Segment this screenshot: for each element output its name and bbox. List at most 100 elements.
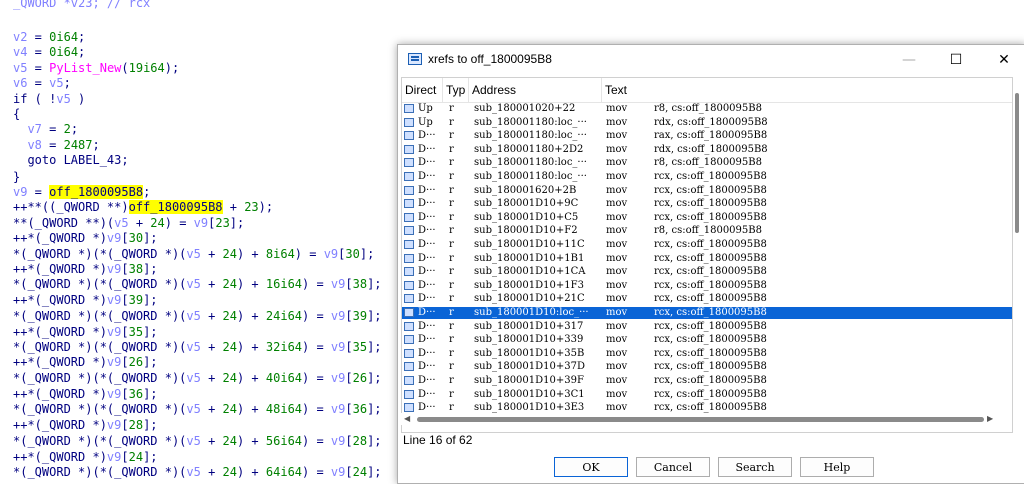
- row-mnemonic: mov: [606, 198, 628, 210]
- row-mnemonic: mov: [606, 320, 628, 332]
- row-direction: D···: [418, 225, 436, 237]
- code-token: [: [121, 450, 129, 464]
- xref-row[interactable]: D··· r sub_180001D10+F2 mov r8, cs:off_18000…: [402, 225, 1012, 237]
- code-line: _QWORD *v23; // rcx: [13, 0, 151, 10]
- xref-row[interactable]: D··· r sub_180001D10+35B mov rcx, cs:off_180…: [402, 348, 1012, 360]
- horizontal-scroll-thumb[interactable]: [417, 417, 984, 422]
- horizontal-scrollbar[interactable]: ◀ ▶: [401, 413, 997, 425]
- xref-row[interactable]: D··· r sub_180001D10+1F3 mov rcx, cs:off_180…: [402, 280, 1012, 292]
- code-line: *(_QWORD *)(*(_QWORD *)(v5 + 24) + 56i64…: [13, 434, 382, 449]
- xref-icon: [404, 389, 414, 399]
- xref-row[interactable]: Up r sub_180001020+22 mov r8, cs:off_1800095…: [402, 103, 1012, 115]
- code-token: *(_QWORD *)(*(_QWORD *)(: [13, 247, 187, 261]
- code-token: [: [345, 340, 353, 354]
- code-line: ++*(_QWORD *)v9[24];: [13, 450, 158, 465]
- highlighted-symbol[interactable]: off_1800095B8: [128, 200, 223, 214]
- code-token: 2487: [63, 138, 93, 152]
- row-address: sub_180001D10+35B: [474, 347, 585, 359]
- row-type: r: [449, 103, 454, 114]
- code-token: 16i64: [265, 277, 303, 291]
- xref-row[interactable]: D··· r sub_180001D10+39F mov rcx, cs:off_180…: [402, 375, 1012, 387]
- xrefs-list[interactable]: Direct Typ Address Text Up r sub_180001020…: [401, 77, 1013, 433]
- code-token: *(_QWORD *)(*(_QWORD *)(: [13, 277, 187, 291]
- row-type: r: [449, 252, 454, 264]
- app-icon: [408, 53, 422, 65]
- code-token: v5: [114, 216, 129, 230]
- row-operands: rdx, cs:off_1800095B8: [654, 143, 768, 155]
- dialog-titlebar[interactable]: xrefs to off_1800095B8 — ☐ ✕: [398, 45, 1024, 75]
- code-line: v6 = v5;: [13, 76, 71, 91]
- help-button[interactable]: Help: [800, 457, 874, 477]
- xref-row[interactable]: D··· r sub_180001180:loc_··· mov r8, cs:off_…: [402, 157, 1012, 169]
- close-icon[interactable]: ✕: [981, 45, 1024, 75]
- code-line: ++*(_QWORD *)v9[39];: [13, 293, 158, 308]
- code-token: ) =: [302, 402, 331, 416]
- code-token: ];: [367, 371, 382, 385]
- code-token: [: [121, 355, 129, 369]
- minimize-icon[interactable]: —: [886, 45, 932, 75]
- code-token: [: [345, 465, 353, 479]
- code-token: ) =: [164, 216, 194, 230]
- highlighted-symbol[interactable]: off_1800095B8: [49, 185, 144, 199]
- row-operands: rcx, cs:off_1800095B8: [654, 307, 767, 318]
- code-token: ++*(_QWORD *): [13, 231, 107, 245]
- code-token: ) +: [236, 434, 266, 448]
- code-token: 24: [352, 465, 368, 479]
- xref-row[interactable]: D··· r sub_180001D10+339 mov rcx, cs:off_180…: [402, 334, 1012, 346]
- xref-icon: [404, 267, 414, 277]
- xref-row[interactable]: D··· r sub_180001180+2D2 mov rdx, cs:off_180…: [402, 144, 1012, 156]
- xref-row[interactable]: D··· r sub_180001D10+C5 mov rcx, cs:off_1800…: [402, 212, 1012, 224]
- row-mnemonic: mov: [606, 347, 628, 359]
- column-header-text[interactable]: Text: [602, 78, 1012, 102]
- code-token: [: [345, 309, 353, 323]
- code-token: ++*(_QWORD *): [13, 387, 107, 401]
- code-token: ;: [70, 122, 79, 136]
- row-operands: rcx, cs:off_1800095B8: [654, 361, 767, 373]
- xref-row[interactable]: D··· r sub_180001180:loc_··· mov rax, cs:off…: [402, 130, 1012, 142]
- ok-button[interactable]: OK: [554, 457, 628, 477]
- xref-row[interactable]: D··· r sub_180001D10+11C mov rcx, cs:off_180…: [402, 239, 1012, 251]
- xref-row[interactable]: D··· r sub_180001D10+3C1 mov rcx, cs:off_180…: [402, 389, 1012, 401]
- xref-row[interactable]: D··· r sub_180001D10:loc_··· mov rcx, cs:off…: [402, 307, 1012, 319]
- vertical-scroll-thumb[interactable]: [1015, 93, 1019, 233]
- xref-row[interactable]: D··· r sub_180001D10+9C mov rcx, cs:off_1800…: [402, 198, 1012, 210]
- xref-row[interactable]: D··· r sub_180001D10+37D mov rcx, cs:off_180…: [402, 361, 1012, 373]
- xref-row[interactable]: D··· r sub_180001D10+1CA mov rcx, cs:off_180…: [402, 266, 1012, 278]
- row-type: r: [449, 239, 454, 250]
- xref-row[interactable]: D··· r sub_180001620+2B mov rcx, cs:off_1800…: [402, 185, 1012, 197]
- xref-icon: [404, 362, 414, 372]
- row-direction: D···: [418, 375, 436, 386]
- code-line: v5 = PyList_New(19i64);: [13, 61, 179, 76]
- code-token: ++*(_QWORD *): [13, 262, 107, 276]
- xref-icon: [404, 199, 414, 209]
- xref-row[interactable]: D··· r sub_180001D10+21C mov rcx, cs:off_180…: [402, 293, 1012, 305]
- code-token: v5: [186, 371, 201, 385]
- code-token: ];: [367, 340, 382, 354]
- cancel-button[interactable]: Cancel: [636, 457, 710, 477]
- code-token: *(_QWORD *)(*(_QWORD *)(: [13, 434, 187, 448]
- scroll-left-icon[interactable]: ◀: [404, 414, 410, 423]
- row-mnemonic: mov: [606, 143, 628, 155]
- scroll-right-icon[interactable]: ▶: [987, 414, 993, 423]
- code-token: v5: [186, 247, 201, 261]
- code-token: ;: [63, 76, 71, 90]
- code-token: ];: [143, 355, 158, 369]
- maximize-icon[interactable]: ☐: [933, 45, 979, 75]
- column-header-direction[interactable]: Direct: [402, 78, 443, 102]
- xref-row[interactable]: D··· r sub_180001D10+317 mov rcx, cs:off_180…: [402, 321, 1012, 333]
- row-operands: r8, cs:off_1800095B8: [654, 103, 762, 114]
- column-header-address[interactable]: Address: [469, 78, 602, 102]
- code-token: 24: [222, 340, 237, 354]
- xref-row[interactable]: D··· r sub_180001180:loc_··· mov rcx, cs:off…: [402, 171, 1012, 183]
- vertical-scrollbar[interactable]: [1011, 77, 1023, 417]
- code-token: v9: [330, 465, 346, 479]
- column-header-type[interactable]: Typ: [443, 78, 469, 102]
- code-token: ) +: [236, 247, 266, 261]
- xref-row[interactable]: D··· r sub_180001D10+1B1 mov rcx, cs:off_180…: [402, 253, 1012, 265]
- code-line: *(_QWORD *)(*(_QWORD *)(v5 + 24) + 24i64…: [13, 309, 382, 324]
- xref-row[interactable]: Up r sub_180001180:loc_··· mov rdx, cs:off_1…: [402, 117, 1012, 129]
- code-token: *(_QWORD *)(*(_QWORD *)(: [13, 340, 187, 354]
- row-address: sub_180001D10+11C: [474, 239, 585, 250]
- search-button[interactable]: Search: [718, 457, 792, 477]
- row-address: sub_180001180:loc_···: [474, 116, 587, 128]
